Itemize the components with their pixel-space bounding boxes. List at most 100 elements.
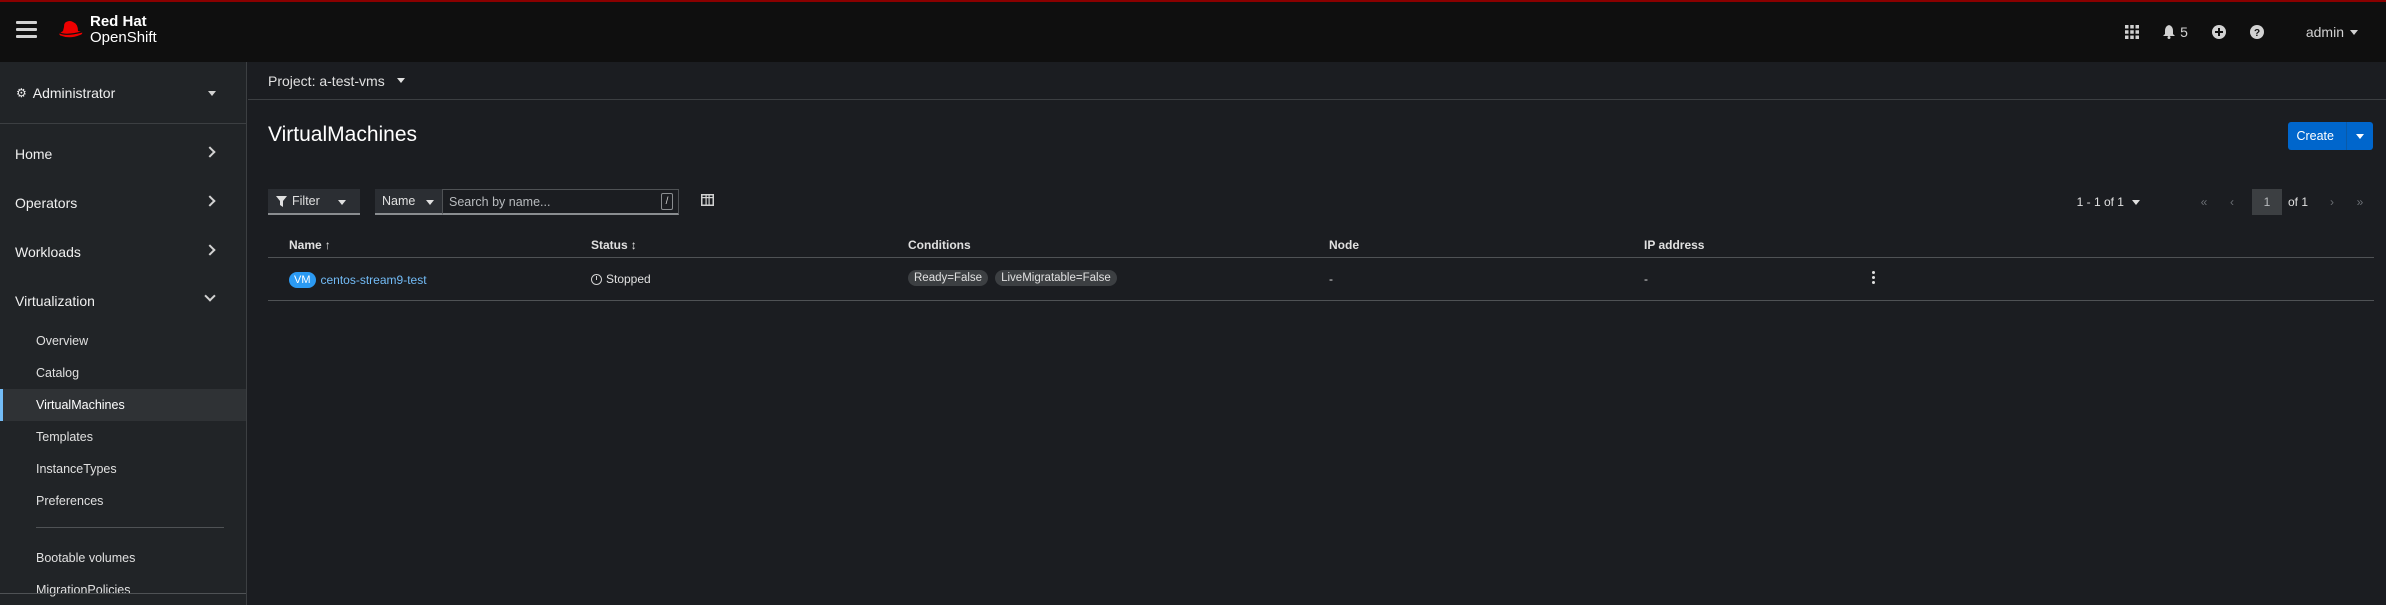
table-header: Name ↑ Status ↕ Conditions Node IP addre… (268, 234, 2374, 258)
nav-divider (36, 527, 224, 528)
vm-table: Name ↑ Status ↕ Conditions Node IP addre… (268, 234, 2374, 301)
nav-divider (0, 593, 246, 594)
column-header-ip: IP address (1644, 238, 1704, 252)
chevron-right-icon (204, 195, 216, 207)
user-name: admin (2305, 24, 2344, 40)
first-page-angle-double-left-icon[interactable]: « (2190, 195, 2218, 209)
app-launcher-grid-icon[interactable] (2113, 2, 2151, 62)
sidebar-item-migrationpolicies[interactable]: MigrationPolicies (0, 574, 246, 605)
column-header-node: Node (1329, 238, 1359, 252)
user-menu[interactable]: admin (2306, 24, 2358, 40)
per-page-toggle[interactable]: 1 - 1 of 1 (2077, 195, 2140, 209)
sidebar: ⚙ Administrator Home Operators Workloads… (0, 62, 247, 605)
caret-down-icon (426, 200, 434, 205)
chevron-down-icon (204, 290, 216, 302)
sidebar-item-overview[interactable]: Overview (0, 325, 246, 357)
filter-dropdown[interactable]: Filter (268, 189, 360, 215)
vm-status-cell: Stopped (591, 272, 651, 286)
filter-label: Filter (292, 194, 320, 208)
caret-down-icon (338, 200, 346, 205)
column-header-label: Conditions (908, 238, 971, 252)
vm-name-link[interactable]: centos-stream9-test (321, 273, 427, 287)
pagination-range: 1 - 1 of 1 (2076, 195, 2124, 209)
notifications-button[interactable]: 5 (2151, 2, 2200, 62)
svg-text:?: ? (2254, 28, 2260, 39)
previous-page-angle-left-icon[interactable]: ‹ (2218, 195, 2246, 209)
filter-type-label: Name (382, 194, 416, 208)
masthead: Red Hat OpenShift 5 ? admin (0, 0, 2386, 62)
column-header-conditions: Conditions (908, 238, 971, 252)
create-toggle-caret-icon[interactable] (2346, 122, 2373, 150)
help-question-icon[interactable]: ? (2238, 2, 2276, 62)
vm-conditions-cell: Ready=False LiveMigratable=False (908, 270, 1124, 286)
caret-down-icon (396, 78, 405, 83)
sidebar-item-templates[interactable]: Templates (0, 421, 246, 453)
nav-section-label: Operators (15, 194, 78, 211)
sidebar-item-instancetypes[interactable]: InstanceTypes (0, 453, 246, 485)
vm-ip-cell: - (1644, 272, 1648, 286)
nav-section-virtualization[interactable]: Virtualization (0, 276, 246, 325)
total-pages: of 1 (2287, 195, 2308, 209)
vm-node-cell: - (1329, 272, 1333, 286)
vm-name-cell: VM centos-stream9-test (289, 272, 427, 288)
red-hat-icon (59, 21, 83, 38)
nav-section-label: Virtualization (15, 292, 95, 309)
nav-section-label: Home (15, 145, 53, 162)
cogs-icon: ⚙ (16, 85, 27, 100)
vm-resource-badge: VM (289, 272, 316, 288)
nav-section-workloads[interactable]: Workloads (0, 227, 246, 276)
condition-label: LiveMigratable=False (995, 270, 1117, 286)
brand-line-2: OpenShift (90, 29, 157, 46)
column-header-status[interactable]: Status ↕ (591, 238, 637, 252)
sidebar-item-catalog[interactable]: Catalog (0, 357, 246, 389)
create-button-label: Create (2296, 129, 2334, 143)
chevron-down-icon (2350, 29, 2358, 35)
brand-line-1: Red Hat (90, 13, 147, 30)
sort-icon: ↕ (630, 238, 637, 252)
sidebar-item-virtualmachines[interactable]: VirtualMachines (0, 389, 246, 421)
page-title: VirtualMachines (268, 123, 418, 146)
chevron-right-icon (204, 244, 216, 256)
caret-down-icon (208, 91, 216, 96)
sidebar-item-bootable-volumes[interactable]: Bootable volumes (0, 542, 246, 574)
hamburger-menu-icon[interactable] (16, 21, 37, 39)
quick-create-plus-circle-icon[interactable] (2200, 2, 2238, 62)
pagination: 1 - 1 of 1 « ‹ 1 of 1 › » (2077, 189, 2374, 215)
table-row: VM centos-stream9-test Stopped Ready=Fal… (268, 258, 2374, 301)
condition-label: Ready=False (908, 270, 989, 286)
power-off-icon (591, 273, 602, 285)
column-header-label: Node (1329, 238, 1359, 252)
filter-icon (276, 195, 287, 207)
project-label: Project: a-test-vms (268, 72, 385, 89)
current-page-input[interactable]: 1 (2251, 189, 2282, 215)
create-button[interactable]: Create (2288, 122, 2373, 150)
next-page-angle-right-icon[interactable]: › (2318, 195, 2346, 209)
column-header-label: Name (289, 238, 322, 252)
caret-down-icon (2131, 199, 2140, 205)
vm-status: Stopped (606, 272, 651, 286)
main-content: Project: a-test-vms VirtualMachines Crea… (248, 62, 2386, 605)
nav-section-operators[interactable]: Operators (0, 178, 246, 227)
project-selector[interactable]: Project: a-test-vms (268, 73, 405, 89)
perspective-switcher[interactable]: ⚙ Administrator (0, 62, 246, 124)
project-bar: Project: a-test-vms (248, 62, 2386, 100)
column-header-label: IP address (1644, 238, 1705, 252)
sidebar-item-preferences[interactable]: Preferences (0, 485, 246, 517)
search-input[interactable] (449, 194, 649, 209)
search-box: / (442, 189, 679, 215)
bell-icon (2163, 25, 2176, 39)
last-page-angle-double-right-icon[interactable]: » (2346, 195, 2374, 209)
column-header-label: Status (591, 238, 628, 252)
row-actions-kebab-icon[interactable] (1872, 271, 1876, 284)
logo[interactable]: Red Hat OpenShift (56, 14, 157, 46)
list-toolbar: Filter Name / (268, 189, 714, 215)
filter-type-select[interactable]: Name (375, 189, 442, 215)
perspective-label: Administrator (32, 84, 116, 101)
column-management-icon[interactable] (701, 193, 714, 211)
sort-ascending-icon: ↑ (324, 238, 331, 252)
search-shortcut-hint: / (661, 193, 673, 210)
chevron-right-icon (204, 146, 216, 158)
nav-section-home[interactable]: Home (0, 129, 246, 178)
nav-section-label: Workloads (15, 243, 81, 260)
column-header-name[interactable]: Name ↑ (289, 238, 331, 252)
